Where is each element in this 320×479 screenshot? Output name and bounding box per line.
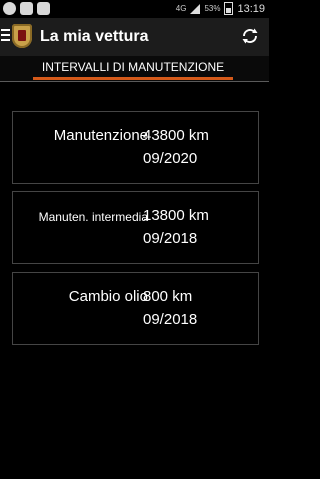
porsche-crest-logo xyxy=(12,24,32,48)
interval-card-manutenzione: Manutenzione 43800 km 09/2020 xyxy=(12,111,259,184)
app-bar: La mia vettura xyxy=(0,18,269,56)
battery-icon xyxy=(224,2,234,15)
divider xyxy=(0,81,269,82)
interval-km: 43800 km xyxy=(143,127,209,144)
interval-date: 09/2018 xyxy=(143,311,198,328)
telegram-icon xyxy=(3,2,16,15)
network-type: 4G xyxy=(175,4,187,13)
interval-label: Manutenzione xyxy=(53,127,148,144)
status-bar: 4G 53% 13:19 xyxy=(0,0,269,18)
interval-date: 09/2020 xyxy=(143,150,198,167)
image-icon xyxy=(37,2,50,15)
tab-bar: INTERVALLI DI MANUTENZIONE xyxy=(0,56,269,82)
menu-icon[interactable] xyxy=(1,29,10,41)
interval-card-cambio-olio: Cambio olio 800 km 09/2018 xyxy=(12,272,259,345)
battery-percent: 53% xyxy=(204,4,221,13)
refresh-icon[interactable] xyxy=(241,27,259,45)
system-indicators: 4G 53% 13:19 xyxy=(176,2,265,15)
signal-icon xyxy=(190,3,201,14)
interval-km: 800 km xyxy=(143,288,193,305)
interval-label: Cambio olio xyxy=(68,288,148,305)
interval-label: Manuten. intermedia xyxy=(38,210,148,224)
interval-km: 13800 km xyxy=(143,207,209,224)
tab-selected-indicator xyxy=(33,77,233,80)
interval-date: 09/2018 xyxy=(143,230,198,247)
app-title: La mia vettura xyxy=(40,28,149,45)
clock: 13:19 xyxy=(237,2,265,15)
interval-card-manutenzione-intermedia: Manuten. intermedia 13800 km 09/2018 xyxy=(12,191,259,264)
app-notification-icon xyxy=(20,2,33,15)
notification-icons xyxy=(3,2,50,15)
